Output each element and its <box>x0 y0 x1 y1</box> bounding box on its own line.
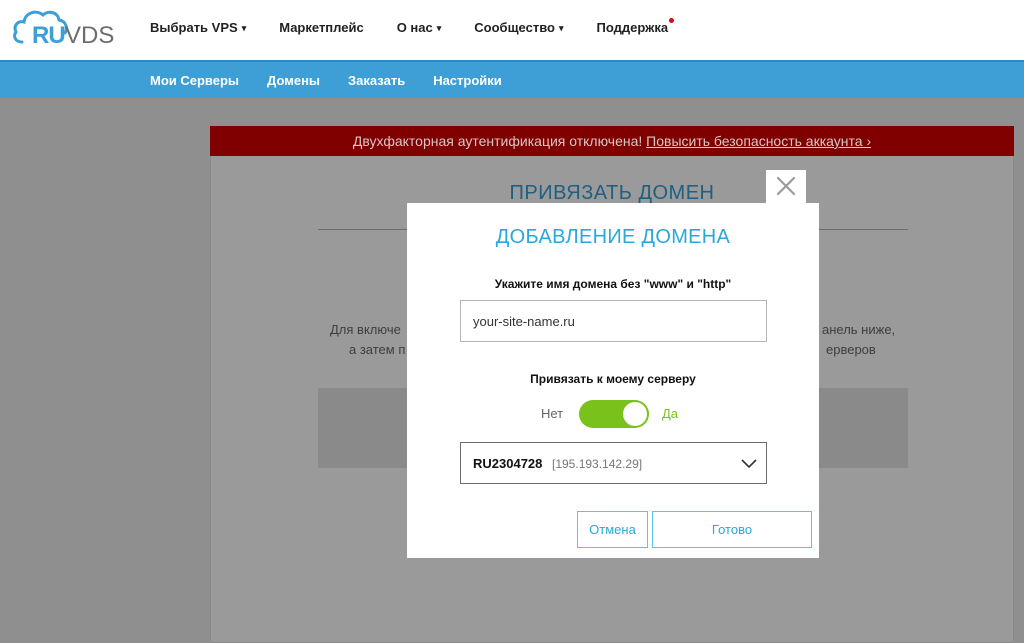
nav-support-label: Поддержка <box>596 20 669 35</box>
nav-about-label: О нас <box>396 20 433 35</box>
main-nav: Выбрать VPS ▾ Маркетплейс О нас ▾ Сообщест… <box>150 18 701 35</box>
close-modal-button[interactable] <box>766 170 806 204</box>
nav-community[interactable]: Сообщество ▾ <box>474 20 563 35</box>
caret-down-icon: ▾ <box>241 23 247 33</box>
logo-vds-text: VDS <box>65 22 115 49</box>
chevron-down-icon <box>741 459 757 469</box>
server-ip: [195.193.142.29] <box>552 457 643 471</box>
subnav-domains[interactable]: Домены <box>267 73 320 88</box>
background-page-title: ПРИВЯЗАТЬ ДОМЕН <box>509 182 715 204</box>
caret-down-icon: ▾ <box>436 23 442 33</box>
sub-nav-bar: Мои Серверы Домены Заказать Настройки <box>0 60 1024 98</box>
alert-security-link[interactable]: Повысить безопасность аккаунта › <box>646 133 871 149</box>
server-id: RU2304728 <box>473 456 543 471</box>
done-button[interactable]: Готово <box>652 511 812 548</box>
server-select[interactable]: RU2304728 [195.193.142.29] <box>460 442 767 484</box>
sub-nav: Мои Серверы Домены Заказать Настройки <box>150 73 530 88</box>
cancel-button[interactable]: Отмена <box>577 511 648 548</box>
ruvds-logo[interactable]: RU VDS <box>12 6 122 50</box>
nav-choose-vps-label: Выбрать VPS <box>150 20 238 35</box>
nav-choose-vps[interactable]: Выбрать VPS ▾ <box>150 20 246 35</box>
toggle-knob <box>623 402 647 426</box>
toggle-yes-label: Да <box>662 406 679 421</box>
caret-down-icon: ▾ <box>558 23 564 33</box>
bind-server-toggle[interactable] <box>579 400 649 428</box>
close-icon <box>776 176 796 196</box>
nav-support[interactable]: Поддержка <box>596 18 675 35</box>
subnav-order[interactable]: Заказать <box>348 73 405 88</box>
subnav-settings[interactable]: Настройки <box>433 73 502 88</box>
background-text-fragment: анель ниже, <box>822 322 896 337</box>
domain-name-input[interactable] <box>460 300 767 342</box>
nav-community-label: Сообщество <box>474 20 555 35</box>
alert-text: Двухфакторная аутентификация отключена! <box>352 133 647 149</box>
bind-toggle-row: Нет Да <box>407 400 819 430</box>
two-factor-alert: Двухфакторная аутентификация отключена! … <box>210 126 1014 156</box>
logo-ru-text: RU <box>32 22 66 49</box>
bind-server-label: Привязать к моему серверу <box>530 372 696 386</box>
nav-marketplace[interactable]: Маркетплейс <box>279 20 363 35</box>
background-text-fragment: а затем п <box>349 342 406 357</box>
top-header: RU VDS Выбрать VPS ▾ Маркетплейс О нас ▾ С… <box>0 0 1024 60</box>
notification-dot <box>669 18 675 23</box>
nav-marketplace-label: Маркетплейс <box>279 20 364 35</box>
background-text-fragment: Для включе <box>330 322 401 337</box>
toggle-no-label: Нет <box>541 406 564 421</box>
domain-field-label: Укажите имя домена без "www" и "http" <box>494 277 732 291</box>
subnav-my-servers[interactable]: Мои Серверы <box>150 73 239 88</box>
modal-title: ДОБАВЛЕНИЕ ДОМЕНА <box>495 226 731 248</box>
background-text-fragment: ерверов <box>826 342 876 357</box>
add-domain-modal: ДОБАВЛЕНИЕ ДОМЕНА Укажите имя домена без… <box>407 203 819 558</box>
nav-about[interactable]: О нас ▾ <box>397 20 442 35</box>
